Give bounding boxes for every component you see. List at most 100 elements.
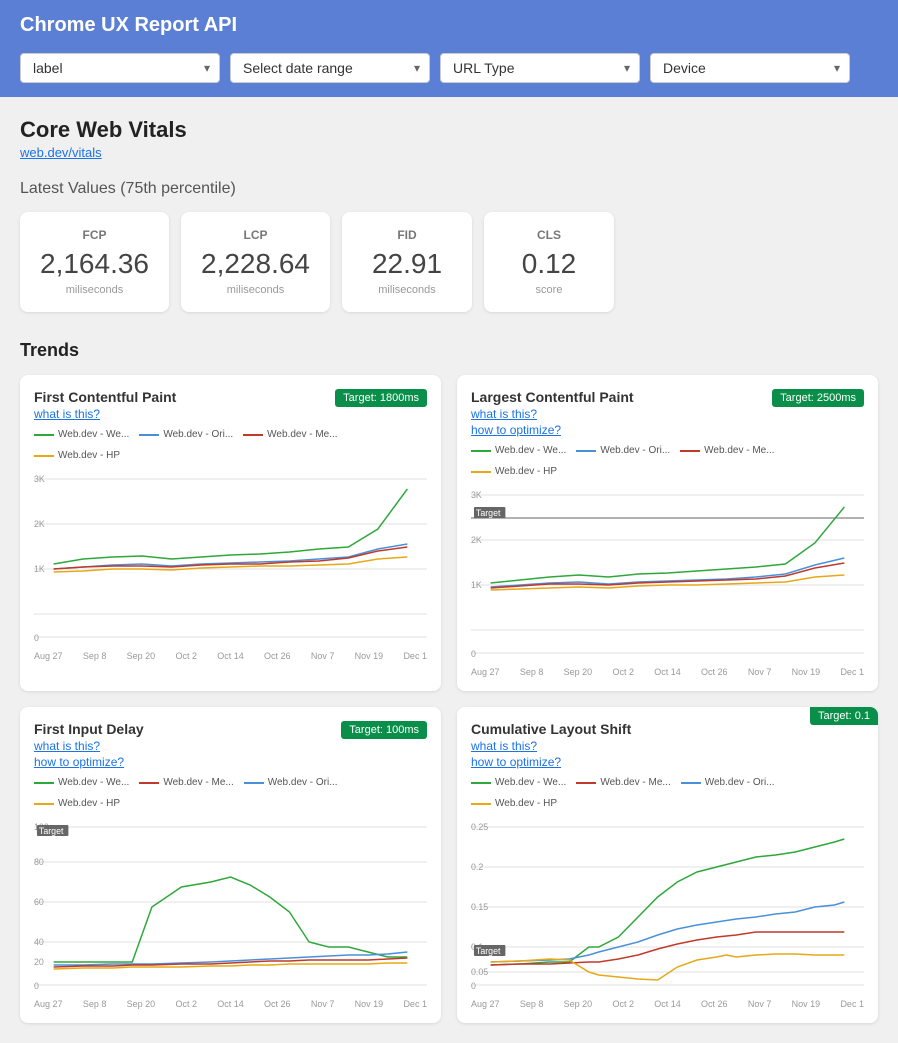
cls-target-badge-top: Target: 0.1 [810,707,878,725]
cls-chart-card: Target: 0.1 Cumulative Layout Shift what… [457,707,878,1023]
fid-chart-header: First Input Delay what is this? how to o… [34,721,427,769]
svg-text:0: 0 [471,981,476,991]
fcp-chart-header: First Contentful Paint what is this? Tar… [34,389,427,421]
svg-text:Target: Target [476,508,501,518]
cls-legend-3: Web.dev - HP [471,798,557,809]
lcp-chart-title-area: Largest Contentful Paint what is this? h… [471,389,634,437]
label-dropdown[interactable]: label [20,53,220,83]
lcp-how-to-optimize[interactable]: how to optimize? [471,423,634,437]
svg-text:2K: 2K [34,519,45,529]
trends-heading: Trends [20,340,878,361]
fcp-legend-1: Web.dev - Ori... [139,429,233,440]
label-dropdown-wrapper: label [20,53,220,83]
fid-chart-links: what is this? how to optimize? [34,739,144,769]
page-title: Core Web Vitals [20,117,878,143]
cls-how-to-optimize[interactable]: how to optimize? [471,755,631,769]
fcp-unit: miliseconds [40,284,149,296]
fid-value: 22.91 [362,248,452,280]
cls-legend: Web.dev - We... Web.dev - Me... Web.dev … [471,777,864,809]
date-range-dropdown-wrapper: Select date range [230,53,430,83]
fcp-legend-3: Web.dev - HP [34,450,120,461]
fcp-card: FCP 2,164.36 miliseconds [20,212,169,312]
svg-text:Target: Target [476,946,501,956]
svg-text:60: 60 [34,897,44,907]
svg-text:80: 80 [34,857,44,867]
lcp-legend-0: Web.dev - We... [471,445,566,456]
fid-chart-title: First Input Delay [34,721,144,737]
fcp-value: 2,164.36 [40,248,149,280]
cls-legend-0: Web.dev - We... [471,777,566,788]
lcp-legend-1: Web.dev - Ori... [576,445,670,456]
cls-chart-links: what is this? how to optimize? [471,739,631,769]
cls-chart-title: Cumulative Layout Shift [471,721,631,737]
cls-what-is-this[interactable]: what is this? [471,739,631,753]
fid-unit: miliseconds [362,284,452,296]
device-dropdown[interactable]: Device [650,53,850,83]
fid-legend-3: Web.dev - HP [34,798,120,809]
svg-text:1K: 1K [34,564,45,574]
cls-legend-2: Web.dev - Ori... [681,777,775,788]
fid-what-is-this[interactable]: what is this? [34,739,144,753]
charts-grid: First Contentful Paint what is this? Tar… [20,375,878,1023]
lcp-legend: Web.dev - We... Web.dev - Ori... Web.dev… [471,445,864,477]
fid-chart-card: First Input Delay what is this? how to o… [20,707,441,1023]
lcp-chart-area: 3K 2K 1K 0 Target Target [471,485,864,665]
fcp-chart-area: 3K 2K 1K 0 [34,469,427,649]
cls-value: 0.12 [504,248,594,280]
fid-legend-1: Web.dev - Me... [139,777,233,788]
fid-how-to-optimize[interactable]: how to optimize? [34,755,144,769]
fcp-x-labels: Aug 27 Sep 8 Sep 20 Oct 2 Oct 14 Oct 26 … [34,651,427,661]
lcp-legend-2: Web.dev - Me... [680,445,774,456]
cls-chart-title-area: Cumulative Layout Shift what is this? ho… [471,721,631,769]
fcp-chart-links: what is this? [34,407,176,421]
lcp-value: 2,228.64 [201,248,310,280]
app-title: Chrome UX Report API [20,14,878,37]
svg-text:0.25: 0.25 [471,822,488,832]
svg-text:2K: 2K [471,535,482,545]
latest-values-heading: Latest Values (75th percentile) [20,180,878,198]
cls-card: CLS 0.12 score [484,212,614,312]
fid-legend-2: Web.dev - Ori... [244,777,338,788]
fcp-chart-title: First Contentful Paint [34,389,176,405]
fcp-label: FCP [40,228,149,242]
cls-legend-1: Web.dev - Me... [576,777,670,788]
device-dropdown-wrapper: Device [650,53,850,83]
cls-chart-header: Cumulative Layout Shift what is this? ho… [471,721,864,769]
lcp-card: LCP 2,228.64 miliseconds [181,212,330,312]
svg-text:3K: 3K [34,474,45,484]
lcp-label: LCP [201,228,310,242]
lcp-unit: miliseconds [201,284,310,296]
lcp-chart-card: Largest Contentful Paint what is this? h… [457,375,878,691]
cls-label: CLS [504,228,594,242]
lcp-target-badge: Target: 2500ms [772,389,864,407]
fid-card: FID 22.91 miliseconds [342,212,472,312]
main-content: Core Web Vitals web.dev/vitals Latest Va… [0,97,898,1043]
cls-unit: score [504,284,594,296]
fcp-what-is-this[interactable]: what is this? [34,407,176,421]
svg-text:1K: 1K [471,580,482,590]
fcp-legend-0: Web.dev - We... [34,429,129,440]
fcp-legend-2: Web.dev - Me... [243,429,337,440]
svg-text:0: 0 [34,633,39,643]
date-range-dropdown[interactable]: Select date range [230,53,430,83]
svg-text:20: 20 [34,957,44,967]
lcp-legend-3: Web.dev - HP [471,466,557,477]
lcp-what-is-this[interactable]: what is this? [471,407,634,421]
svg-text:0.05: 0.05 [471,967,488,977]
fcp-target-badge: Target: 1800ms [335,389,427,407]
fcp-legend: Web.dev - We... Web.dev - Ori... Web.dev… [34,429,427,461]
metrics-row: FCP 2,164.36 miliseconds LCP 2,228.64 mi… [20,212,878,312]
fid-legend: Web.dev - We... Web.dev - Me... Web.dev … [34,777,427,809]
cls-x-labels: Aug 27 Sep 8 Sep 20 Oct 2 Oct 14 Oct 26 … [471,999,864,1009]
fid-x-labels: Aug 27 Sep 8 Sep 20 Oct 2 Oct 14 Oct 26 … [34,999,427,1009]
svg-text:3K: 3K [471,490,482,500]
fcp-chart-card: First Contentful Paint what is this? Tar… [20,375,441,691]
fid-chart-area: 100 80 60 40 20 0 Target [34,817,427,997]
url-type-dropdown[interactable]: URL Type [440,53,640,83]
url-type-dropdown-wrapper: URL Type [440,53,640,83]
fid-target-badge: Target: 100ms [341,721,427,739]
fid-chart-title-area: First Input Delay what is this? how to o… [34,721,144,769]
page-link[interactable]: web.dev/vitals [20,145,102,160]
header: Chrome UX Report API label Select date r… [0,0,898,97]
lcp-chart-title: Largest Contentful Paint [471,389,634,405]
